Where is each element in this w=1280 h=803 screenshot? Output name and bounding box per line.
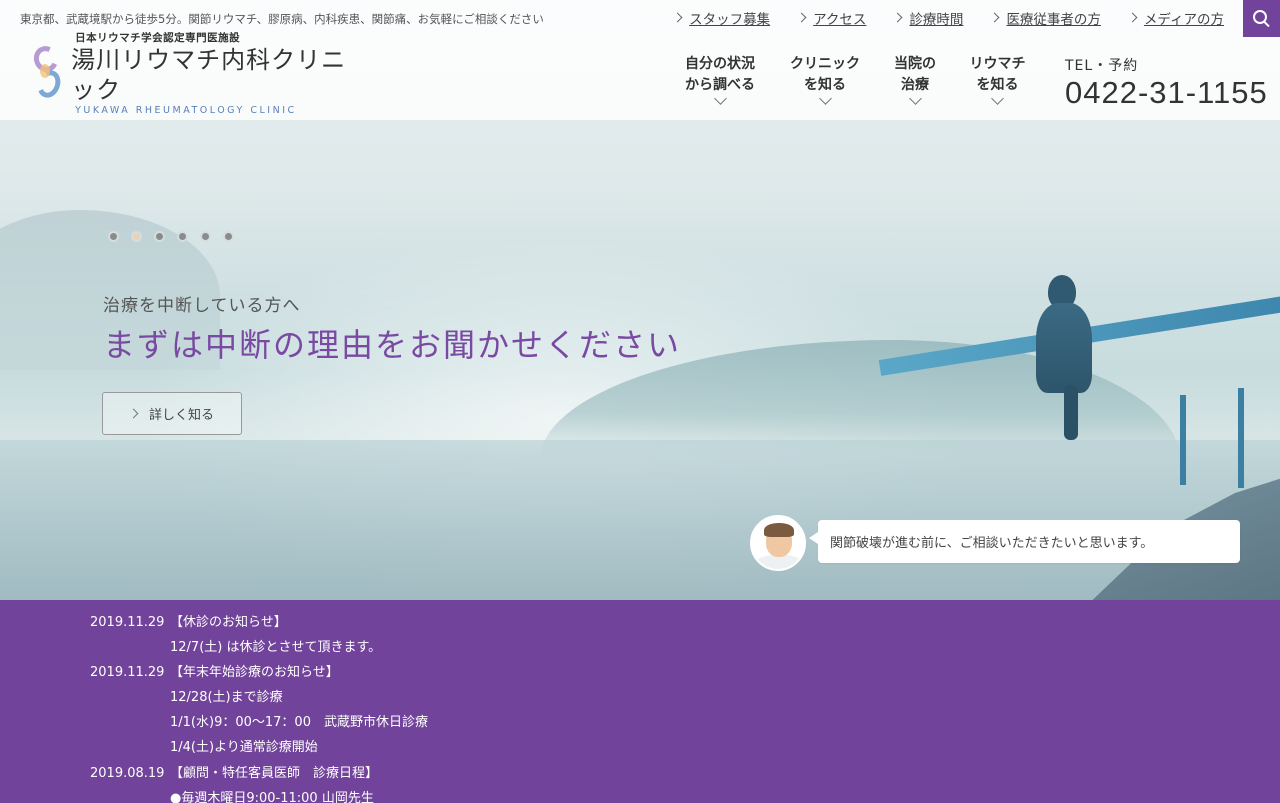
nav-item-treatment[interactable]: 当院の 治療 — [880, 54, 950, 105]
global-nav: 自分の状況 から調べる クリニック を知る 当院の 治療 リウマチ を知る — [670, 54, 1045, 105]
doctor-speech-bubble: 関節破壊が進む前に、ご相談いただきたいと思います。 — [809, 520, 1240, 563]
news-line: 【顧問・特任客員医師 診療日程】 — [170, 766, 379, 781]
slide-dot[interactable] — [108, 231, 119, 242]
logo-name: 湯川リウマチ内科クリニック — [71, 46, 347, 104]
news-line: 【休診のお知らせ】 — [170, 615, 287, 630]
news-line: 1/1(水)9：00〜17：00 武蔵野市休日診療 — [170, 715, 428, 730]
slide-dot[interactable] — [223, 231, 234, 242]
tel-block[interactable]: TEL・予約 0422-31-1155 — [1065, 55, 1268, 111]
clinic-logo[interactable]: 日本リウマチ学会認定専門医施設 湯川リウマチ内科クリニック YUKAWA RHE… — [30, 32, 370, 116]
hero-subtitle: 治療を中断している方へ — [103, 296, 301, 316]
news-date: 2019.08.19 — [90, 766, 165, 781]
chevron-right-icon — [796, 12, 807, 22]
slide-dot[interactable] — [200, 231, 211, 242]
nav-item-about-rheumatism[interactable]: リウマチ を知る — [950, 54, 1045, 105]
site-header: 東京都、武蔵境駅から徒歩5分。関節リウマチ、膠原病、内科疾患、関節痛、お気軽にご… — [0, 0, 1280, 120]
news-date: 2019.11.29 — [90, 665, 165, 680]
chevron-right-icon — [672, 12, 683, 22]
learn-more-button[interactable]: 詳しく知る — [102, 392, 242, 435]
utility-link-access[interactable]: アクセス — [796, 8, 866, 28]
nav-item-find-by-situation[interactable]: 自分の状況 から調べる — [670, 54, 770, 105]
news-line: ●毎週木曜日9:00-11:00 山岡先生 — [170, 791, 374, 803]
chevron-right-icon — [1127, 12, 1138, 22]
news-section: 2019.11.29 【休診のお知らせ】 12/7(土) は休診とさせて頂きます… — [0, 600, 1280, 803]
utility-link-professionals[interactable]: 医療従事者の方 — [989, 8, 1101, 28]
utility-link-media[interactable]: メディアの方 — [1127, 8, 1224, 28]
utility-link-recruit[interactable]: スタッフ募集 — [672, 8, 770, 28]
utility-link-hours[interactable]: 診療時間 — [892, 8, 963, 28]
logo-english: YUKAWA RHEUMATOLOGY CLINIC — [75, 105, 297, 116]
slide-dot-active[interactable] — [131, 231, 142, 242]
search-button[interactable] — [1243, 0, 1280, 37]
nav-item-about-clinic[interactable]: クリニック を知る — [770, 54, 880, 105]
logo-subtitle: 日本リウマチ学会認定専門医施設 — [75, 32, 241, 44]
chevron-right-icon — [128, 408, 139, 419]
news-line: 1/4(土)より通常診療開始 — [170, 740, 318, 755]
news-line: 12/28(土)まで診療 — [170, 690, 283, 705]
slide-dot[interactable] — [177, 231, 188, 242]
hero-title: まずは中断の理由をお聞かせください — [103, 326, 682, 364]
logo-mark-icon — [30, 42, 65, 102]
tel-number[interactable]: 0422-31-1155 — [1065, 75, 1268, 111]
utility-nav: スタッフ募集 アクセス 診療時間 医療従事者の方 メディアの方 — [646, 8, 1224, 28]
tel-label: TEL・予約 — [1065, 58, 1139, 74]
doctor-avatar — [750, 515, 806, 571]
slide-dot[interactable] — [154, 231, 165, 242]
news-line: 【年末年始診療のお知らせ】 — [170, 665, 339, 680]
news-line: 12/7(土) は休診とさせて頂きます。 — [170, 640, 382, 655]
slider-pagination — [108, 231, 246, 242]
chevron-right-icon — [989, 12, 1000, 22]
header-tagline: 東京都、武蔵境駅から徒歩5分。関節リウマチ、膠原病、内科疾患、関節痛、お気軽にご… — [20, 12, 544, 26]
chevron-right-icon — [892, 12, 903, 22]
woman-sitting-image — [1030, 275, 1100, 440]
news-date: 2019.11.29 — [90, 615, 165, 630]
